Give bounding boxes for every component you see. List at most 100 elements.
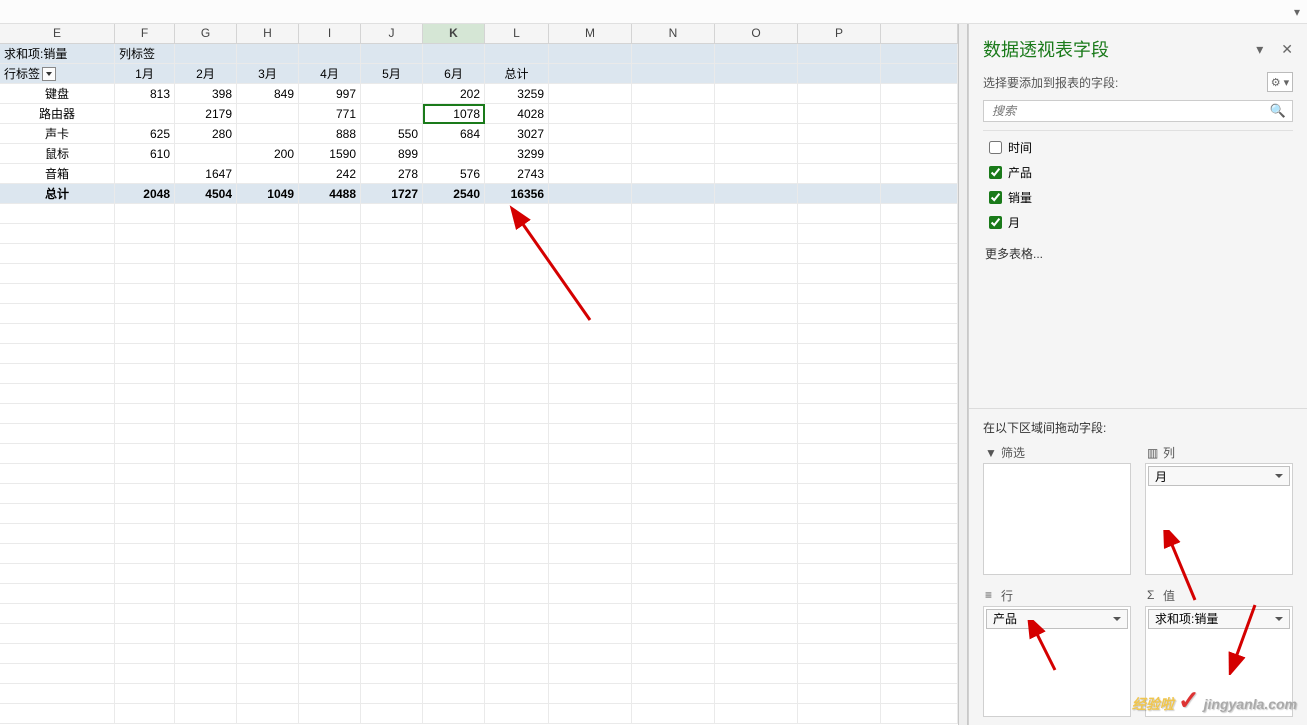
field-item-2[interactable]: 销量: [983, 185, 1293, 210]
pivot-grand-total-header[interactable]: 总计: [485, 64, 549, 84]
blank-cell[interactable]: [549, 264, 632, 284]
blank-cell[interactable]: [881, 684, 958, 704]
pivot-month-5[interactable]: 5月: [361, 64, 423, 84]
blank-cell[interactable]: [299, 664, 361, 684]
blank-cell[interactable]: [881, 464, 958, 484]
blank-cell[interactable]: [798, 544, 881, 564]
blank-cell[interactable]: [485, 504, 549, 524]
blank-cell[interactable]: [632, 544, 715, 564]
blank-cell[interactable]: [549, 164, 632, 184]
chevron-down-icon[interactable]: [1113, 617, 1121, 621]
blank-cell[interactable]: [798, 404, 881, 424]
pivot-value-cell[interactable]: 1590: [299, 144, 361, 164]
blank-cell[interactable]: [549, 704, 632, 724]
blank-cell[interactable]: [798, 684, 881, 704]
blank-cell[interactable]: [299, 644, 361, 664]
blank-cell[interactable]: [361, 204, 423, 224]
blank-cell[interactable]: [798, 324, 881, 344]
pivot-row-label[interactable]: 声卡: [0, 124, 115, 144]
blank-cell[interactable]: [485, 384, 549, 404]
blank-cell[interactable]: [0, 624, 115, 644]
pivot-value-cell[interactable]: [423, 144, 485, 164]
pivot-col-label-cell[interactable]: 列标签: [115, 44, 175, 64]
blank-cell[interactable]: [237, 364, 299, 384]
blank-cell[interactable]: [299, 284, 361, 304]
blank-cell[interactable]: [115, 624, 175, 644]
pivot-value-cell[interactable]: [115, 164, 175, 184]
blank-cell[interactable]: [237, 644, 299, 664]
blank-cell[interactable]: [715, 204, 798, 224]
blank-cell[interactable]: [423, 404, 485, 424]
blank-cell[interactable]: [549, 144, 632, 164]
blank-cell[interactable]: [881, 424, 958, 444]
pivot-grand-total-value[interactable]: 4488: [299, 184, 361, 204]
blank-cell[interactable]: [881, 664, 958, 684]
blank-cell[interactable]: [175, 484, 237, 504]
blank-cell[interactable]: [549, 324, 632, 344]
blank-cell[interactable]: [485, 224, 549, 244]
blank-cell[interactable]: [237, 684, 299, 704]
blank-cell[interactable]: [0, 484, 115, 504]
blank-cell[interactable]: [0, 284, 115, 304]
blank-cell[interactable]: [299, 424, 361, 444]
chevron-down-icon[interactable]: [1275, 474, 1283, 478]
blank-cell[interactable]: [361, 224, 423, 244]
blank-cell[interactable]: [715, 464, 798, 484]
blank-cell[interactable]: [715, 264, 798, 284]
blank-cell[interactable]: [299, 464, 361, 484]
blank-cell[interactable]: [632, 404, 715, 424]
blank-cell[interactable]: [237, 704, 299, 724]
pivot-grand-total-value[interactable]: 2540: [423, 184, 485, 204]
col-header-H[interactable]: H: [237, 24, 299, 43]
blank-cell[interactable]: [881, 124, 958, 144]
blank-cell[interactable]: [237, 564, 299, 584]
blank-cell[interactable]: [423, 324, 485, 344]
blank-cell[interactable]: [881, 144, 958, 164]
blank-cell[interactable]: [299, 484, 361, 504]
area-columns-well[interactable]: 月: [1145, 463, 1293, 575]
pivot-value-cell[interactable]: 813: [115, 84, 175, 104]
blank-cell[interactable]: [632, 504, 715, 524]
blank-cell[interactable]: [0, 264, 115, 284]
blank-cell[interactable]: [881, 204, 958, 224]
field-search-box[interactable]: 🔍: [983, 100, 1293, 122]
blank-cell[interactable]: [715, 244, 798, 264]
pivot-value-cell[interactable]: 242: [299, 164, 361, 184]
blank-cell[interactable]: [423, 284, 485, 304]
blank-cell[interactable]: [115, 584, 175, 604]
blank-cell[interactable]: [632, 244, 715, 264]
blank-cell[interactable]: [798, 184, 881, 204]
pivot-value-cell[interactable]: 610: [115, 144, 175, 164]
blank-cell[interactable]: [423, 564, 485, 584]
blank-cell[interactable]: [715, 584, 798, 604]
pivot-value-cell[interactable]: 771: [299, 104, 361, 124]
col-header-E[interactable]: E: [0, 24, 115, 43]
blank-cell[interactable]: [361, 604, 423, 624]
blank-cell[interactable]: [115, 224, 175, 244]
pivot-value-cell[interactable]: [175, 144, 237, 164]
blank-cell[interactable]: [798, 104, 881, 124]
pivot-row-total[interactable]: 3299: [485, 144, 549, 164]
blank-cell[interactable]: [632, 284, 715, 304]
blank-cell[interactable]: [299, 264, 361, 284]
blank-cell[interactable]: [485, 304, 549, 324]
blank-cell[interactable]: [423, 304, 485, 324]
spreadsheet-grid[interactable]: EFGHIJKLMNOP 求和项:销量列标签行标签1月2月3月4月5月6月总计键…: [0, 24, 958, 725]
pivot-value-cell[interactable]: 550: [361, 124, 423, 144]
blank-cell[interactable]: [798, 584, 881, 604]
field-checkbox-2[interactable]: [989, 191, 1002, 204]
pivot-row-label[interactable]: 键盘: [0, 84, 115, 104]
blank-cell[interactable]: [798, 164, 881, 184]
blank-cell[interactable]: [881, 324, 958, 344]
blank-cell[interactable]: [361, 424, 423, 444]
blank-cell[interactable]: [715, 444, 798, 464]
blank-cell[interactable]: [798, 624, 881, 644]
blank-cell[interactable]: [299, 224, 361, 244]
blank-cell[interactable]: [881, 164, 958, 184]
blank-cell[interactable]: [423, 544, 485, 564]
blank-cell[interactable]: [632, 564, 715, 584]
blank-cell[interactable]: [115, 644, 175, 664]
blank-cell[interactable]: [485, 284, 549, 304]
blank-cell[interactable]: [423, 664, 485, 684]
blank-cell[interactable]: [549, 604, 632, 624]
